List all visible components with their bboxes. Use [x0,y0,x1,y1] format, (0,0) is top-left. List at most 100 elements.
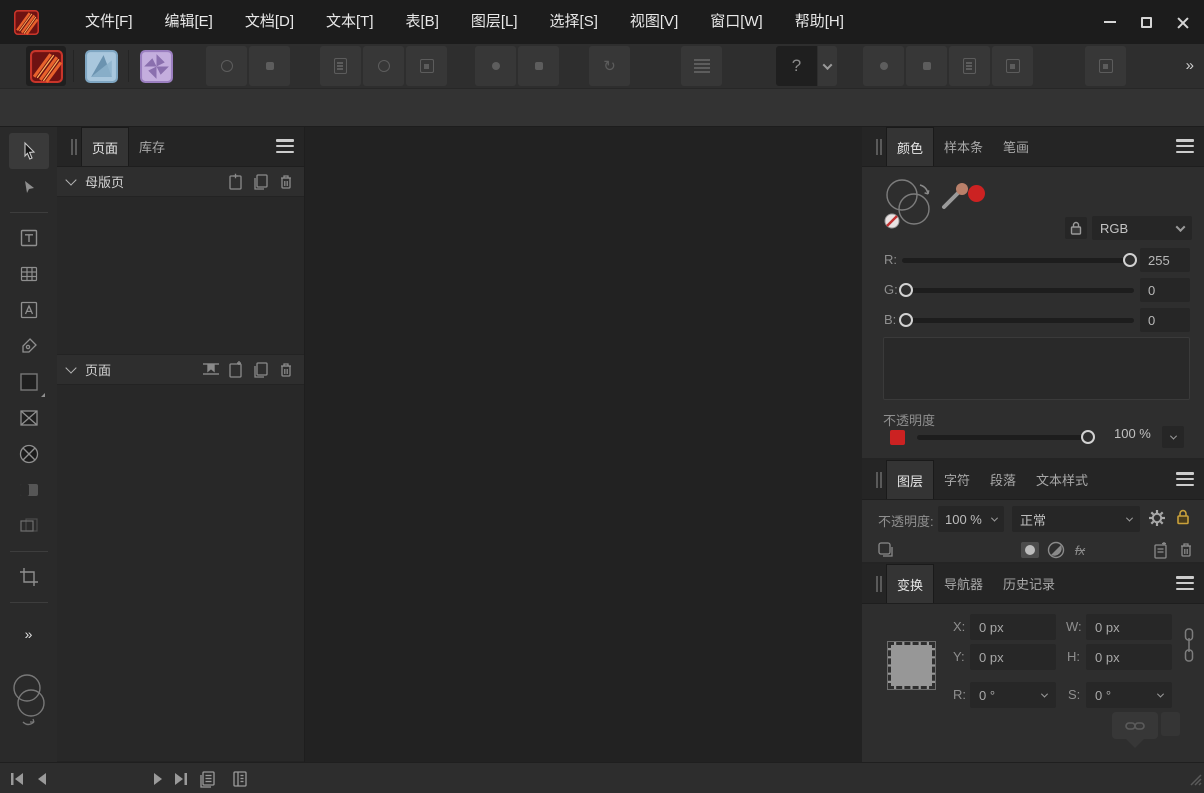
tab-paragraph[interactable]: 段落 [980,460,1026,499]
current-color-swatch[interactable] [890,430,905,445]
first-page-button[interactable] [6,768,28,790]
y-field[interactable]: 0 px [970,644,1056,670]
transparency-tool[interactable] [9,508,49,544]
layer-opacity-dropdown[interactable]: 100 % [938,506,1004,532]
picture-frame-ellipse-tool[interactable] [9,436,49,472]
help-button[interactable]: ? [776,46,817,86]
slider-knob[interactable] [899,313,913,327]
panel-menu-button[interactable] [1176,139,1194,153]
tab-layers[interactable]: 图层 [886,460,934,499]
table-tool[interactable] [9,256,49,292]
tab-color[interactable]: 颜色 [886,127,934,166]
opacity-value[interactable]: 100 % [1114,426,1151,441]
add-master-page-button[interactable] [223,170,248,193]
rotation-field[interactable]: 0 ° [970,682,1056,708]
add-layer-button[interactable] [1148,538,1172,562]
blue-slider[interactable] [902,318,1134,323]
menu-text[interactable]: 文本[T] [310,0,390,44]
close-button[interactable] [1164,7,1200,37]
mask-layer-button[interactable] [1018,538,1042,562]
slider-knob[interactable] [899,283,913,297]
toolbar-button[interactable] [681,46,722,86]
tab-text-styles[interactable]: 文本样式 [1026,460,1098,499]
menu-view[interactable]: 视图[V] [614,0,694,44]
red-value-field[interactable]: 255 [1140,248,1190,272]
add-page-button[interactable] [223,358,248,381]
toolbar-overflow-button[interactable]: » [1186,44,1194,88]
anchor-point-selector[interactable] [888,642,935,689]
duplicate-page-button[interactable] [248,358,273,381]
apply-master-button[interactable] [198,358,223,381]
single-page-view-button[interactable] [196,768,218,790]
tab-pages[interactable]: 页面 [81,127,129,166]
slider-knob[interactable] [1081,430,1095,444]
frame-text-tool[interactable] [9,220,49,256]
maximize-button[interactable] [1128,7,1164,37]
menu-file[interactable]: 文件[F] [69,0,149,44]
menu-window[interactable]: 窗口[W] [694,0,779,44]
toolbar-button[interactable] [363,46,404,86]
tab-navigator[interactable]: 导航器 [934,564,993,603]
tab-stock[interactable]: 库存 [129,127,175,166]
vector-crop-tool[interactable] [9,559,49,595]
h-field[interactable]: 0 px [1086,644,1172,670]
menu-select[interactable]: 选择[S] [534,0,614,44]
help-dropdown-button[interactable] [818,46,837,86]
toolbar-button[interactable]: ↻ [589,46,630,86]
resize-grip[interactable] [1188,772,1202,791]
artistic-text-tool[interactable] [9,292,49,328]
more-tools-button[interactable]: » [25,626,33,642]
gradient-tool[interactable] [9,472,49,508]
panel-menu-button[interactable] [1176,472,1194,486]
master-pages-header[interactable]: 母版页 [57,167,304,196]
toolbar-button[interactable] [949,46,990,86]
toolbar-button[interactable] [906,46,947,86]
previous-page-button[interactable] [30,768,52,790]
adjustment-layer-button[interactable] [1044,538,1068,562]
layer-lock-button[interactable] [1176,509,1190,530]
minimize-button[interactable] [1092,7,1128,37]
move-tool[interactable] [9,133,49,169]
persona-photo-button[interactable] [136,46,176,86]
shear-field[interactable]: 0 ° [1086,682,1172,708]
blend-options-button[interactable] [1148,509,1166,532]
toolbar-button[interactable] [206,46,247,86]
green-value-field[interactable]: 0 [1140,278,1190,302]
color-lock-button[interactable] [1065,217,1087,239]
master-pages-list[interactable] [57,196,304,355]
color-picker-button[interactable] [938,179,972,218]
canvas[interactable] [305,127,862,762]
panel-drag-grip[interactable] [870,468,884,491]
tab-history[interactable]: 历史记录 [993,564,1065,603]
menu-help[interactable]: 帮助[H] [779,0,860,44]
pages-header[interactable]: 页面 [57,355,304,384]
tab-character[interactable]: 字符 [934,460,980,499]
tab-stroke[interactable]: 笔画 [993,127,1039,166]
persona-designer-button[interactable] [81,46,121,86]
panel-drag-grip[interactable] [65,135,79,158]
duplicate-master-page-button[interactable] [248,170,273,193]
menu-table[interactable]: 表[B] [390,0,455,44]
pages-list[interactable] [57,384,304,762]
toolbar-button[interactable] [863,46,904,86]
w-field[interactable]: 0 px [1086,614,1172,640]
link-dimensions-toggle[interactable] [1182,626,1196,669]
delete-page-button[interactable] [273,358,298,381]
blend-mode-dropdown[interactable]: 正常 [1012,506,1140,532]
red-slider[interactable] [902,258,1134,263]
slider-knob[interactable] [1123,253,1137,267]
panel-menu-button[interactable] [276,139,294,153]
toolbar-button[interactable] [518,46,559,86]
delete-layer-button[interactable] [1174,538,1198,562]
fill-stroke-selector[interactable] [6,670,52,737]
toolbar-button[interactable] [249,46,290,86]
pen-tool[interactable] [9,328,49,364]
panel-drag-grip[interactable] [870,135,884,158]
last-page-button[interactable] [170,768,192,790]
tab-swatches[interactable]: 样本条 [934,127,993,166]
persona-publisher-button[interactable] [26,46,66,86]
green-slider[interactable] [902,288,1134,293]
opacity-dropdown-button[interactable] [1162,426,1184,448]
tab-transform[interactable]: 变换 [886,564,934,603]
opacity-slider[interactable] [917,435,1092,440]
